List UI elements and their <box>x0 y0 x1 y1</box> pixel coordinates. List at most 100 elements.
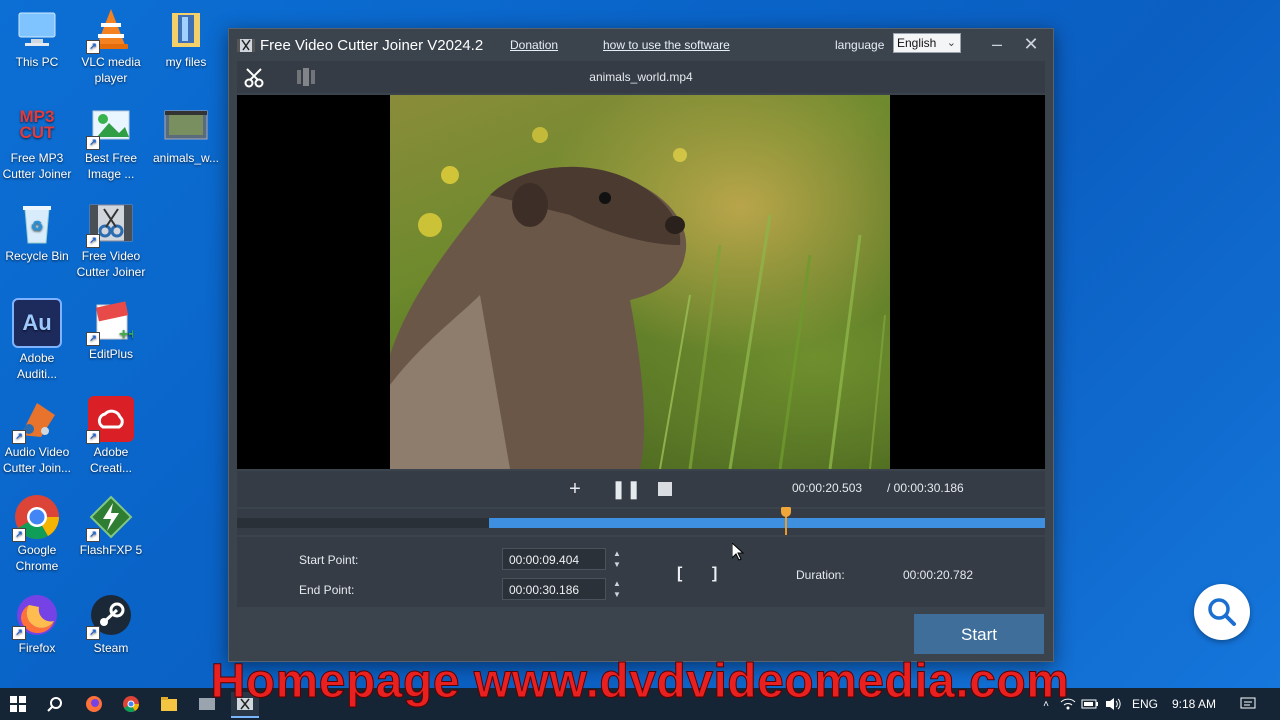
svg-text:♻: ♻ <box>31 218 44 234</box>
shortcut-arrow-icon: ↗ <box>12 528 26 542</box>
video-file-icon <box>163 102 209 148</box>
recycle-bin-icon: ♻ <box>14 200 60 246</box>
desktop-icon-flashfxp[interactable]: ↗ FlashFXP 5 <box>75 494 147 558</box>
minimize-button[interactable]: – <box>986 33 1008 55</box>
desktop-icon-label: FlashFXP 5 <box>79 543 143 557</box>
desktop-icon-free-video-cutter[interactable]: ↗ Free Video Cutter Joiner <box>75 200 147 280</box>
total-time: / 00:00:30.186 <box>887 481 964 495</box>
adobe-audition-icon: Au <box>12 298 62 348</box>
end-point-spinner[interactable]: ▲ ▼ <box>610 578 624 600</box>
stop-icon[interactable] <box>653 477 677 501</box>
desktop-icon-chrome[interactable]: ↗ Google Chrome <box>1 494 73 574</box>
desktop-icon-label: Google Chrome <box>15 543 59 573</box>
pause-icon[interactable]: ❚❚ <box>611 477 641 501</box>
desktop-icon-label: Free MP3 Cutter Joiner <box>2 151 72 181</box>
steam-icon: ↗ <box>86 592 134 640</box>
desktop-icon-label: animals_w... <box>152 151 220 165</box>
firefox-icon: ↗ <box>12 592 60 640</box>
how-to-use-link[interactable]: how to use the software <box>603 38 730 52</box>
audition-glyph: Au <box>22 310 52 335</box>
shortcut-arrow-icon: ↗ <box>86 332 100 346</box>
desktop-icon-audio-video-cutter[interactable]: ↗ Audio Video Cutter Join... <box>1 396 73 476</box>
toolbar: animals_world.mp4 <box>237 61 1045 93</box>
chrome-icon: ↗ <box>12 494 60 542</box>
window-title: Free Video Cutter Joiner V2024.2 <box>260 37 484 54</box>
desktop-icon-label: Best Free Image ... <box>84 151 138 181</box>
adobe-creative-cloud-icon: ↗ <box>86 396 134 444</box>
shortcut-arrow-icon: ↗ <box>86 40 100 54</box>
desktop-icon-best-free-image[interactable]: ↗ Best Free Image ... <box>75 102 147 182</box>
start-button[interactable]: Start <box>914 614 1044 654</box>
shortcut-arrow-icon: ↗ <box>86 136 100 150</box>
cut-points-panel: Start Point: 00:00:09.404 ▲ ▼ End Point: … <box>237 537 1045 607</box>
donation-link[interactable]: Donation <box>510 38 558 52</box>
desktop-icon-adobe-creative[interactable]: ↗ Adobe Creati... <box>75 396 147 476</box>
video-frame <box>390 95 890 469</box>
desktop-icon-label: my files <box>165 55 207 69</box>
desktop-icon-label: VLC media player <box>81 55 141 85</box>
close-button[interactable]: ✕ <box>1020 33 1042 55</box>
editplus-icon: ++ ↗ <box>86 298 134 346</box>
set-end-bracket-button[interactable]: ] <box>712 565 717 583</box>
desktop-icon-animals-world[interactable]: animals_w... <box>150 102 222 166</box>
desktop-icon-label: Adobe Creati... <box>89 445 132 475</box>
svg-text:++: ++ <box>119 326 133 343</box>
mp3-cut-glyph: MP3 CUT <box>19 107 55 142</box>
chevron-down-icon[interactable]: ▼ <box>610 589 624 600</box>
desktop-icon-firefox[interactable]: ↗ Firefox <box>1 592 73 656</box>
search-icon <box>1208 598 1236 626</box>
chevron-down-icon: ⌄ <box>946 37 956 49</box>
shortcut-arrow-icon: ↗ <box>86 528 100 542</box>
video-cutter-icon: ↗ <box>86 200 134 248</box>
add-icon[interactable]: + <box>563 477 587 501</box>
end-point-label: End Point: <box>299 583 355 597</box>
chevron-up-icon[interactable]: ▲ <box>610 548 624 559</box>
desktop-icon-label: Audio Video Cutter Join... <box>2 445 72 475</box>
desktop-icon-label: Recycle Bin <box>5 249 69 263</box>
duration-value: 00:00:20.782 <box>903 568 974 582</box>
desktop-icon-free-mp3-cutter[interactable]: MP3 CUT Free MP3 Cutter Joiner <box>1 102 73 182</box>
start-point-field[interactable]: 00:00:09.404 <box>502 548 606 570</box>
playback-controls: + ❚❚ 00:00:20.503 / 00:00:30.186 <box>237 471 1045 507</box>
desktop-icon-my-files[interactable]: my files <box>150 6 222 70</box>
homepage-banner: Homepage www.dvdvideomedia.com <box>210 655 1070 709</box>
duration-label: Duration: <box>796 568 845 582</box>
audio-video-cutter-icon: ↗ <box>12 396 60 444</box>
shortcut-arrow-icon: ↗ <box>86 430 100 444</box>
desktop-icon-adobe-audition[interactable]: Au Adobe Auditi... <box>1 298 73 382</box>
desktop-icon-label: This PC <box>15 55 59 69</box>
video-preview[interactable] <box>237 95 1045 469</box>
shortcut-arrow-icon: ↗ <box>86 234 100 248</box>
file-name: animals_world.mp4 <box>589 70 693 84</box>
desktop-icon-steam[interactable]: ↗ Steam <box>75 592 147 656</box>
timeline-selection[interactable] <box>489 518 1045 528</box>
chevron-down-icon[interactable]: ▼ <box>610 559 624 570</box>
set-start-bracket-button[interactable]: [ <box>677 565 682 583</box>
app-logo-icon <box>237 39 255 52</box>
shortcut-arrow-icon: ↗ <box>12 626 26 640</box>
desktop-icon-label: EditPlus <box>88 347 134 361</box>
title-bar[interactable]: Free Video Cutter Joiner V2024.2 Donatio… <box>229 29 1053 61</box>
timeline-slider[interactable] <box>237 507 1045 535</box>
desktop-icon-recycle-bin[interactable]: ♻ Recycle Bin <box>1 200 73 264</box>
desktop-icon-vlc[interactable]: ↗ VLC media player <box>75 6 147 86</box>
language-select[interactable]: English ⌄ <box>893 33 961 53</box>
end-point-field[interactable]: 00:00:30.186 <box>502 578 606 600</box>
computer-icon <box>14 6 60 52</box>
start-point-spinner[interactable]: ▲ ▼ <box>610 548 624 570</box>
mp3-cut-icon: MP3 CUT <box>14 102 60 148</box>
mouse-cursor-icon <box>732 543 744 561</box>
shortcut-arrow-icon: ↗ <box>86 626 100 640</box>
app-window: Free Video Cutter Joiner V2024.2 Donatio… <box>228 28 1054 662</box>
folder-icon <box>163 6 209 52</box>
playhead-handle-icon[interactable] <box>780 507 791 517</box>
chevron-up-icon[interactable]: ▲ <box>610 578 624 589</box>
floating-search-button[interactable] <box>1194 584 1250 640</box>
language-select-value: English <box>897 36 937 50</box>
vlc-cone-icon: ↗ <box>86 6 134 54</box>
current-time: 00:00:20.503 <box>792 481 863 495</box>
marmot-frame-image <box>390 127 886 469</box>
desktop-icon-label: Free Video Cutter Joiner <box>76 249 146 279</box>
desktop-icon-this-pc[interactable]: This PC <box>1 6 73 70</box>
desktop-icon-editplus[interactable]: ++ ↗ EditPlus <box>75 298 147 362</box>
